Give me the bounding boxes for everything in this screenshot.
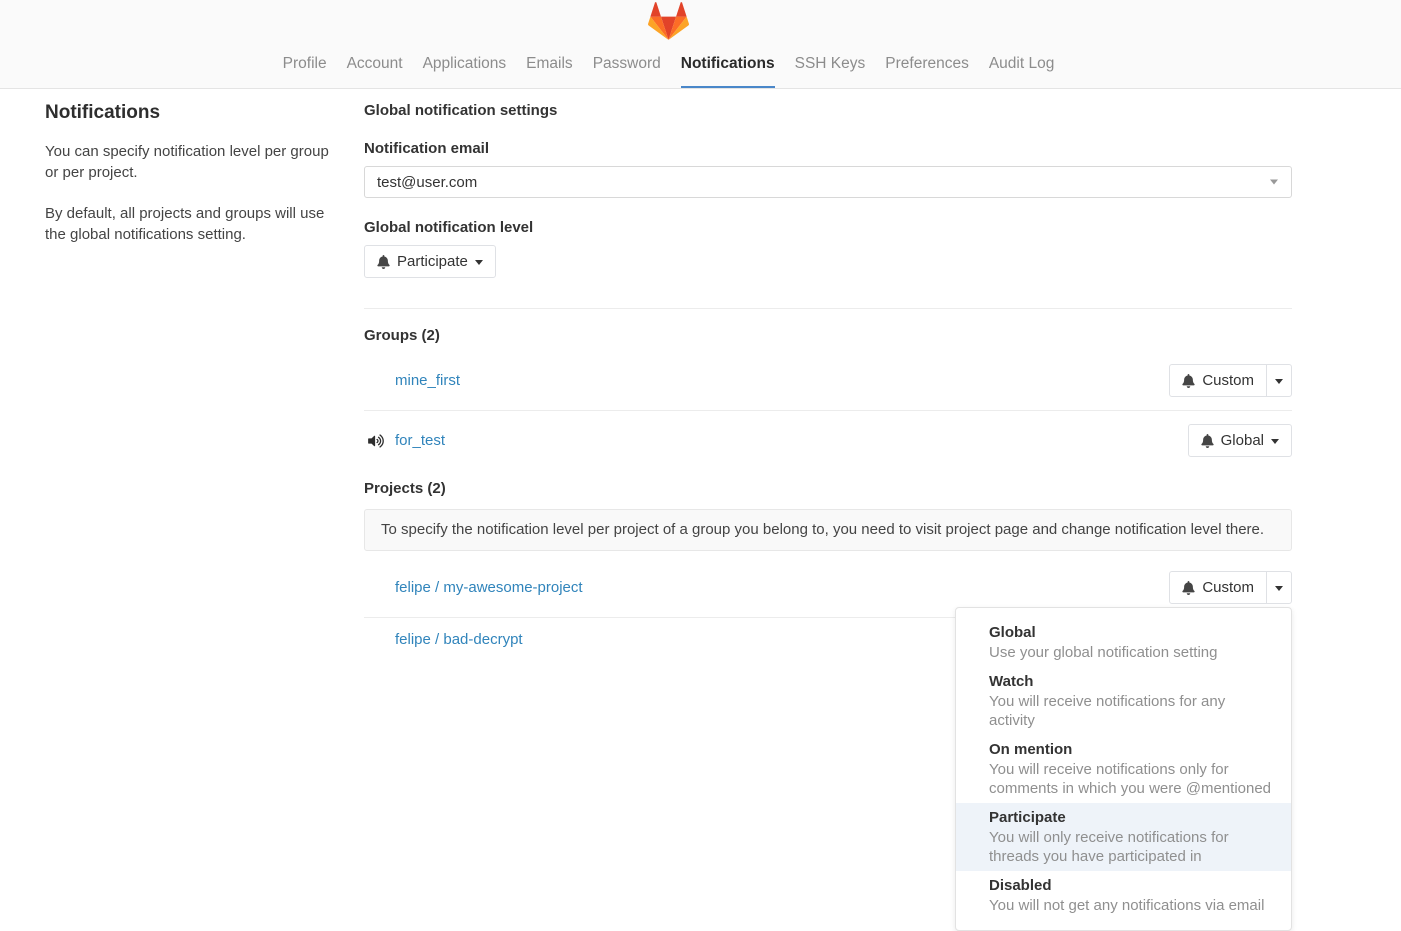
projects-list: felipe / my-awesome-project Custom [364, 558, 1292, 661]
group-link-for-test[interactable]: for_test [395, 432, 445, 449]
global-notification-level-label: Global notification level [364, 219, 1292, 236]
select-caret-icon [1270, 180, 1278, 185]
projects-section-title: Projects (2) [364, 480, 1292, 497]
volume-up-icon [364, 434, 395, 448]
tab-password[interactable]: Password [593, 40, 661, 88]
caret-down-icon [475, 260, 483, 265]
group-level-button-for-test[interactable]: Global [1188, 424, 1292, 457]
dropdown-item-description: Use your global notification setting [989, 643, 1275, 662]
group-row: for_test Global [364, 411, 1292, 470]
dropdown-item-title: Global [989, 623, 1275, 643]
groups-section-title: Groups (2) [364, 327, 1292, 344]
dropdown-item-global[interactable]: Global Use your global notification sett… [956, 618, 1291, 667]
dropdown-item-participate[interactable]: Participate You will only receive notifi… [956, 803, 1291, 871]
project-level-caret-button[interactable] [1266, 571, 1292, 604]
caret-down-icon [1275, 379, 1283, 384]
groups-list: mine_first Custom [364, 351, 1292, 470]
bell-icon [1182, 581, 1195, 595]
dropdown-item-title: Watch [989, 672, 1275, 692]
notification-email-select[interactable]: test@user.com [364, 166, 1292, 198]
group-level-button-mine-first[interactable]: Custom [1169, 364, 1267, 397]
tab-profile[interactable]: Profile [283, 40, 327, 88]
project-level-button-my-awesome-project[interactable]: Custom [1169, 571, 1267, 604]
projects-notice: To specify the notification level per pr… [364, 509, 1292, 551]
page-title: Notifications [45, 102, 336, 124]
tab-preferences[interactable]: Preferences [885, 40, 969, 88]
notification-settings-main: Global notification settings Notificatio… [364, 102, 1292, 661]
group-link-mine-first[interactable]: mine_first [395, 372, 460, 389]
settings-nav-tabs: Profile Account Applications Emails Pass… [273, 40, 1065, 88]
dropdown-item-description: You will only receive notifications for … [989, 828, 1275, 866]
dropdown-item-description: You will not get any notifications via e… [989, 896, 1275, 915]
group-level-caret-button[interactable] [1266, 364, 1292, 397]
profile-settings-header: Profile Account Applications Emails Pass… [0, 0, 1401, 89]
gitlab-logo-icon[interactable] [648, 2, 689, 40]
group-level-label: Custom [1202, 372, 1254, 389]
tab-ssh-keys[interactable]: SSH Keys [795, 40, 866, 88]
tab-notifications[interactable]: Notifications [681, 40, 775, 88]
tab-account[interactable]: Account [347, 40, 403, 88]
tab-applications[interactable]: Applications [423, 40, 507, 88]
global-level-button-label: Participate [397, 253, 468, 270]
group-row: mine_first Custom [364, 351, 1292, 411]
global-level-button[interactable]: Participate [364, 245, 496, 278]
caret-down-icon [1275, 586, 1283, 591]
dropdown-item-title: On mention [989, 740, 1275, 760]
notifications-sidebar: Notifications You can specify notificati… [45, 102, 364, 661]
dropdown-item-description: You will receive notifications only for … [989, 760, 1275, 798]
bell-icon [1182, 374, 1195, 388]
sidebar-description-1: You can specify notification level per g… [45, 141, 336, 183]
group-level-label: Global [1221, 432, 1264, 449]
bell-icon [377, 255, 390, 269]
notification-level-dropdown: Global Use your global notification sett… [955, 607, 1292, 931]
dropdown-item-title: Participate [989, 808, 1275, 828]
caret-down-icon [1271, 439, 1279, 444]
notification-email-value: test@user.com [377, 174, 477, 191]
notification-email-label: Notification email [364, 140, 1292, 157]
project-link-my-awesome-project[interactable]: felipe / my-awesome-project [395, 579, 583, 596]
project-link-bad-decrypt[interactable]: felipe / bad-decrypt [395, 631, 523, 648]
section-divider [364, 308, 1292, 309]
dropdown-item-title: Disabled [989, 876, 1275, 896]
sidebar-description-2: By default, all projects and groups will… [45, 203, 336, 245]
project-level-label: Custom [1202, 579, 1254, 596]
tab-audit-log[interactable]: Audit Log [989, 40, 1055, 88]
dropdown-item-watch[interactable]: Watch You will receive notifications for… [956, 667, 1291, 735]
bell-icon [1201, 434, 1214, 448]
dropdown-item-description: You will receive notifications for any a… [989, 692, 1275, 730]
project-row: felipe / my-awesome-project Custom [364, 558, 1292, 618]
tab-emails[interactable]: Emails [526, 40, 573, 88]
dropdown-item-on-mention[interactable]: On mention You will receive notification… [956, 735, 1291, 803]
dropdown-item-disabled[interactable]: Disabled You will not get any notificati… [956, 871, 1291, 920]
global-settings-title: Global notification settings [364, 102, 1292, 119]
